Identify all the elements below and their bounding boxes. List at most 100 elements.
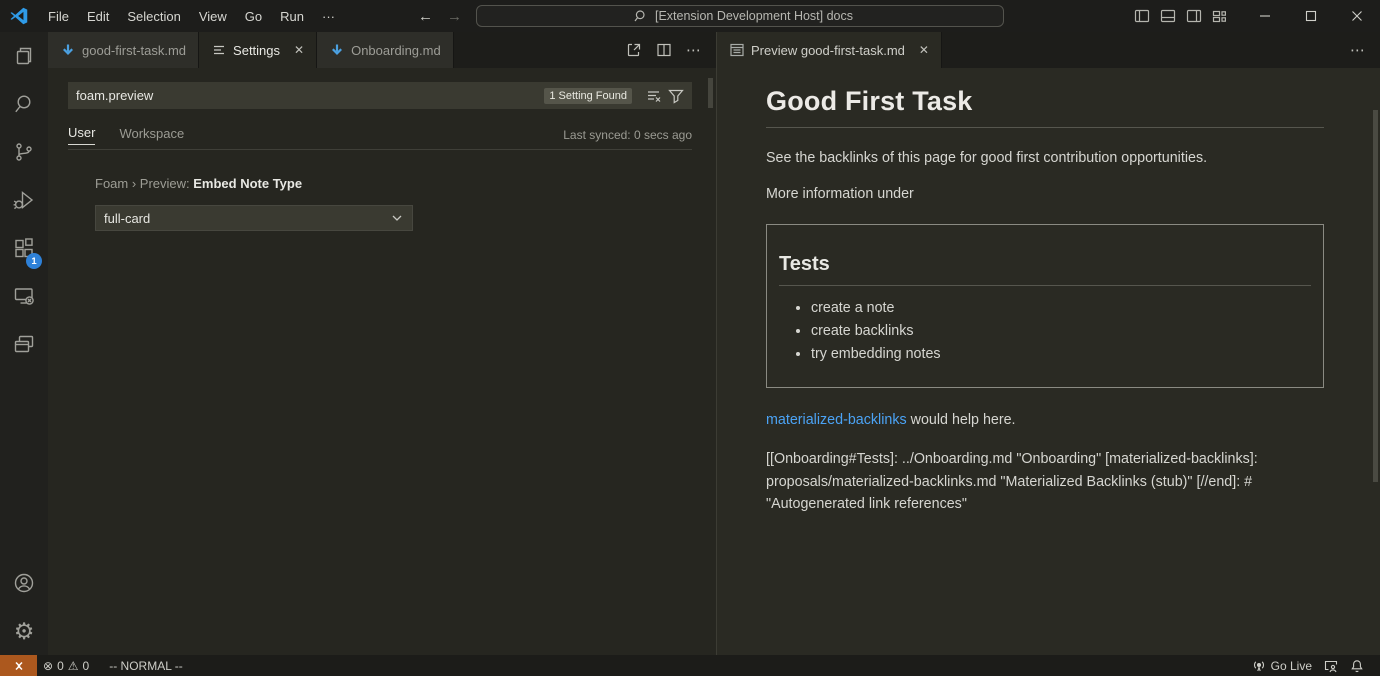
tab-label: Preview good-first-task.md [751, 43, 905, 58]
run-debug-icon[interactable] [0, 176, 48, 224]
link-paragraph: materialized-backlinks would help here. [766, 412, 1324, 428]
settings-search-value: foam.preview [76, 88, 544, 103]
command-center-search[interactable]: [Extension Development Host] docs [476, 5, 1004, 27]
list-item: create a note [811, 300, 1311, 316]
extensions-badge: 1 [26, 253, 42, 269]
embed-note-type-select[interactable]: full-card [95, 205, 413, 231]
setting-category: Foam › Preview: [95, 176, 193, 191]
right-tab-strip: Preview good-first-task.md ✕ ⋯ [717, 32, 1380, 68]
warning-icon: ⚠ [68, 659, 79, 673]
command-center-text: [Extension Development Host] docs [655, 9, 853, 23]
bell-icon [1350, 659, 1364, 673]
close-tab-icon[interactable]: ✕ [919, 43, 929, 57]
history-nav: ← → [418, 8, 462, 25]
search-icon [633, 8, 649, 24]
windows-panel-icon[interactable] [0, 320, 48, 368]
split-editor-icon[interactable] [656, 42, 672, 58]
left-editor-group: good-first-task.md Settings ✕ Onboarding… [48, 32, 716, 655]
explorer-icon[interactable] [0, 32, 48, 80]
toggle-secondary-sidebar-icon[interactable] [1186, 8, 1202, 24]
back-button[interactable]: ← [418, 8, 433, 25]
tab-label: Settings [233, 43, 280, 58]
error-count: 0 [57, 659, 64, 673]
tab-settings[interactable]: Settings ✕ [199, 32, 317, 68]
settings-search-input[interactable]: foam.preview 1 Setting Found [68, 82, 692, 109]
setting-name: Embed Note Type [193, 176, 302, 191]
toggle-sidebar-icon[interactable] [1134, 8, 1150, 24]
maximize-button[interactable] [1288, 0, 1334, 32]
settings-result-badge: 1 Setting Found [544, 88, 632, 104]
tab-good-first-task[interactable]: good-first-task.md [48, 32, 199, 68]
menu-bar: File Edit Selection View Go Run ··· [39, 5, 344, 28]
link-references-text: [[Onboarding#Tests]: ../Onboarding.md "O… [766, 448, 1324, 516]
close-window-button[interactable] [1334, 0, 1380, 32]
menu-go[interactable]: Go [236, 5, 271, 28]
more-actions-icon[interactable]: ⋯ [686, 41, 702, 59]
setting-title: Foam › Preview: Embed Note Type [95, 176, 692, 191]
status-bar: ⊗ 0 ⚠ 0 -- NORMAL -- Go Live [0, 655, 1380, 676]
markdown-preview-icon [729, 42, 745, 58]
problems-status[interactable]: ⊗ 0 ⚠ 0 [37, 655, 95, 676]
left-editor-actions: ⋯ [626, 32, 716, 68]
menu-selection[interactable]: Selection [118, 5, 189, 28]
vscode-window: File Edit Selection View Go Run ··· ← → … [0, 0, 1380, 676]
menu-file[interactable]: File [39, 5, 78, 28]
vim-mode-indicator[interactable]: -- NORMAL -- [103, 655, 189, 676]
preview-paragraph: More information under [766, 186, 1324, 202]
menu-view[interactable]: View [190, 5, 236, 28]
tab-onboarding[interactable]: Onboarding.md [317, 32, 454, 68]
link-suffix: would help here. [907, 412, 1016, 428]
last-synced-label: Last synced: 0 secs ago [563, 128, 692, 142]
right-editor-actions: ⋯ [1350, 32, 1380, 68]
go-live-button[interactable]: Go Live [1246, 655, 1318, 676]
dropdown-value: full-card [104, 211, 390, 226]
preview-title: Good First Task [766, 86, 1324, 128]
error-icon: ⊗ [43, 659, 53, 673]
tab-preview-good-first-task[interactable]: Preview good-first-task.md ✕ [717, 32, 942, 68]
menu-edit[interactable]: Edit [78, 5, 118, 28]
settings-scrollbar[interactable] [708, 78, 713, 108]
search-view-icon[interactable] [0, 80, 48, 128]
embedded-note-card: Tests create a note create backlinks try… [766, 224, 1324, 388]
scope-tab-workspace[interactable]: Workspace [119, 126, 184, 145]
settings-editor-icon [211, 42, 227, 58]
source-control-icon[interactable] [0, 128, 48, 176]
scope-tab-user[interactable]: User [68, 125, 95, 145]
forward-button[interactable]: → [447, 8, 462, 25]
settings-separator [68, 149, 692, 150]
list-item: try embedding notes [811, 346, 1311, 362]
menu-run[interactable]: Run [271, 5, 313, 28]
extensions-icon[interactable]: 1 [0, 224, 48, 272]
open-preview-icon[interactable] [626, 42, 642, 58]
title-bar: File Edit Selection View Go Run ··· ← → … [0, 0, 1380, 32]
customize-layout-icon[interactable] [1212, 8, 1228, 24]
markdown-file-icon [60, 42, 76, 58]
preview-scrollbar[interactable] [1373, 110, 1378, 482]
remote-indicator[interactable] [0, 655, 37, 676]
remote-explorer-icon[interactable] [0, 272, 48, 320]
clear-filters-icon[interactable] [646, 88, 662, 104]
chevron-down-icon [390, 211, 404, 225]
close-tab-icon[interactable]: ✕ [294, 43, 304, 57]
toggle-panel-icon[interactable] [1160, 8, 1176, 24]
materialized-backlinks-link[interactable]: materialized-backlinks [766, 412, 907, 428]
window-controls [1242, 0, 1380, 32]
broadcast-icon [1252, 659, 1266, 673]
accounts-icon[interactable] [0, 559, 48, 607]
list-item: create backlinks [811, 323, 1311, 339]
more-actions-icon[interactable]: ⋯ [1350, 41, 1366, 59]
tab-label: Onboarding.md [351, 43, 441, 58]
vscode-logo-icon [9, 6, 29, 26]
settings-gear-icon[interactable]: ⚙ [0, 607, 48, 655]
filter-icon[interactable] [668, 88, 684, 104]
titlebar-right [1134, 0, 1380, 32]
feedback-icon [1324, 659, 1338, 673]
left-tab-strip: good-first-task.md Settings ✕ Onboarding… [48, 32, 716, 68]
settings-scope-row: User Workspace Last synced: 0 secs ago [68, 123, 692, 147]
tab-label: good-first-task.md [82, 43, 186, 58]
feedback-button[interactable] [1318, 655, 1344, 676]
right-editor-group: Preview good-first-task.md ✕ ⋯ Good Firs… [716, 32, 1380, 655]
notifications-button[interactable] [1344, 655, 1370, 676]
minimize-button[interactable] [1242, 0, 1288, 32]
menu-more[interactable]: ··· [313, 5, 344, 28]
